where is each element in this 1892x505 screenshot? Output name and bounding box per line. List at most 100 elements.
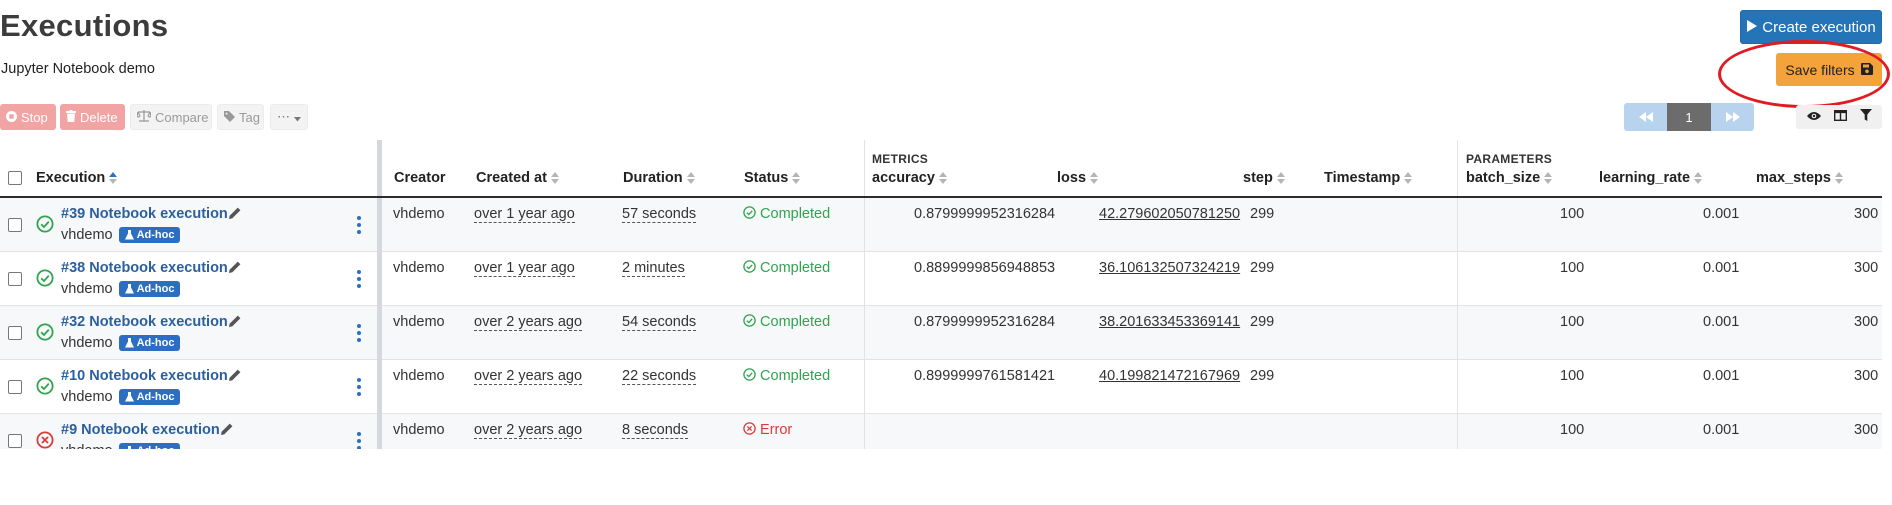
execution-column-divider[interactable]	[377, 140, 382, 449]
column-header-max-steps[interactable]: max_steps	[1756, 170, 1843, 186]
previous-page-button[interactable]	[1624, 103, 1667, 131]
status-completed-icon	[36, 269, 54, 291]
column-header-created-at[interactable]: Created at	[476, 170, 559, 186]
execution-name[interactable]: #32 Notebook execution	[61, 314, 228, 330]
sort-icon	[550, 171, 559, 185]
create-execution-label: Create execution	[1762, 18, 1876, 36]
max-steps-cell: 300	[1854, 368, 1879, 384]
column-header-step[interactable]: step	[1243, 170, 1285, 186]
column-header-max-steps-label: max_steps	[1756, 170, 1831, 186]
delete-button[interactable]: Delete	[60, 104, 125, 130]
compare-button[interactable]: Compare	[130, 104, 212, 130]
column-header-status[interactable]: Status	[744, 170, 801, 186]
owner-name: vhdemo	[61, 389, 113, 405]
flask-icon	[124, 284, 134, 294]
sort-icon	[1404, 171, 1413, 185]
pencil-icon[interactable]	[220, 422, 234, 440]
table-clip-area	[0, 449, 1892, 505]
more-actions-dropdown[interactable]: ⋯	[270, 104, 308, 130]
ad-hoc-badge-label: Ad-hoc	[136, 229, 175, 242]
max-steps-cell: 300	[1854, 206, 1879, 222]
column-header-learning-rate-label: learning_rate	[1599, 170, 1691, 186]
status-completed-icon	[36, 215, 54, 237]
created-at-cell: over 2 years ago	[474, 368, 583, 385]
execution-owner: vhdemo Ad-hoc	[61, 281, 181, 298]
duration-cell: 8 seconds	[622, 422, 689, 439]
select-all-checkbox[interactable]	[8, 171, 22, 185]
status-cell: Error	[743, 422, 792, 438]
current-page[interactable]: 1	[1667, 103, 1711, 131]
execution-name-link[interactable]: #38 Notebook execution	[61, 260, 228, 276]
tag-button[interactable]: Tag	[217, 104, 264, 130]
eye-icon[interactable]	[1806, 109, 1821, 125]
stop-button[interactable]: Stop	[0, 104, 56, 130]
row-actions-menu[interactable]	[357, 378, 361, 396]
execution-name-link[interactable]: #39 Notebook execution	[61, 206, 228, 222]
filter-icon[interactable]	[1859, 109, 1872, 125]
loss-cell[interactable]: 38.201633453369141	[1099, 314, 1240, 330]
loss-cell[interactable]: 42.279602050781250	[1099, 206, 1240, 222]
step-cell: 299	[1250, 260, 1275, 276]
row-actions-menu[interactable]	[357, 432, 361, 450]
column-header-accuracy[interactable]: accuracy	[872, 170, 947, 186]
row-checkbox[interactable]	[8, 272, 22, 286]
column-header-loss[interactable]: loss	[1057, 170, 1099, 186]
execution-name[interactable]: #38 Notebook execution	[61, 260, 228, 276]
accuracy-cell: 0.8799999952316284	[914, 314, 1056, 330]
pencil-icon[interactable]	[228, 368, 242, 386]
column-header-created-at-label: Created at	[476, 170, 547, 186]
columns-icon[interactable]	[1833, 109, 1847, 125]
max-steps-cell: 300	[1854, 314, 1879, 330]
column-header-execution-label: Execution	[36, 170, 106, 186]
creator-cell: vhdemo	[393, 422, 445, 438]
loss-cell[interactable]: 40.199821472167969	[1099, 368, 1240, 384]
created-at-cell: over 2 years ago	[474, 422, 583, 439]
row-actions-menu[interactable]	[357, 324, 361, 342]
execution-name-link[interactable]: #9 Notebook execution	[61, 422, 220, 438]
loss-cell[interactable]: 36.106132507324219	[1099, 260, 1240, 276]
row-checkbox[interactable]	[8, 380, 22, 394]
owner-name: vhdemo	[61, 227, 113, 243]
pencil-icon[interactable]	[228, 314, 242, 332]
row-checkbox[interactable]	[8, 434, 22, 448]
created-at-cell: over 1 year ago	[474, 260, 575, 277]
execution-name[interactable]: #10 Notebook execution	[61, 368, 228, 384]
column-header-duration[interactable]: Duration	[623, 170, 695, 186]
create-execution-button[interactable]: Create execution	[1740, 10, 1882, 44]
row-actions-menu[interactable]	[357, 216, 361, 234]
ad-hoc-badge: Ad-hoc	[118, 335, 181, 352]
row-checkbox[interactable]	[8, 326, 22, 340]
check-circle-icon	[743, 368, 756, 384]
next-page-button[interactable]	[1711, 103, 1754, 131]
save-filters-button[interactable]: Save filters	[1776, 53, 1882, 86]
column-header-timestamp[interactable]: Timestamp	[1324, 170, 1413, 186]
status-label: Completed	[760, 260, 831, 276]
pencil-icon[interactable]	[228, 206, 242, 224]
sort-ascending-icon	[109, 171, 118, 185]
column-header-batch-size[interactable]: batch_size	[1466, 170, 1553, 186]
execution-name[interactable]: #39 Notebook execution	[61, 206, 228, 222]
row-actions-menu[interactable]	[357, 270, 361, 288]
pencil-icon[interactable]	[228, 260, 242, 278]
duration-cell: 2 minutes	[622, 260, 685, 277]
column-header-learning-rate[interactable]: learning_rate	[1599, 170, 1703, 186]
sort-icon	[1276, 171, 1285, 185]
execution-name[interactable]: #9 Notebook execution	[61, 422, 220, 438]
tag-label: Tag	[239, 109, 260, 125]
duration-cell: 57 seconds	[622, 206, 697, 223]
execution-name-link[interactable]: #10 Notebook execution	[61, 368, 228, 384]
row-checkbox[interactable]	[8, 218, 22, 232]
batch-size-cell: 100	[1560, 314, 1585, 330]
scale-icon	[136, 109, 152, 125]
duration-cell: 22 seconds	[622, 368, 697, 385]
batch-size-cell: 100	[1560, 206, 1585, 222]
column-header-creator: Creator	[394, 170, 446, 186]
sort-icon	[1694, 171, 1703, 185]
creator-cell: vhdemo	[393, 314, 445, 330]
execution-owner: vhdemo Ad-hoc	[61, 389, 181, 406]
check-circle-icon	[743, 314, 756, 330]
accuracy-cell: 0.8999999761581421	[914, 368, 1056, 384]
execution-name-link[interactable]: #32 Notebook execution	[61, 314, 228, 330]
column-header-execution[interactable]: Execution	[36, 170, 118, 186]
pagination: 1	[1624, 103, 1754, 131]
